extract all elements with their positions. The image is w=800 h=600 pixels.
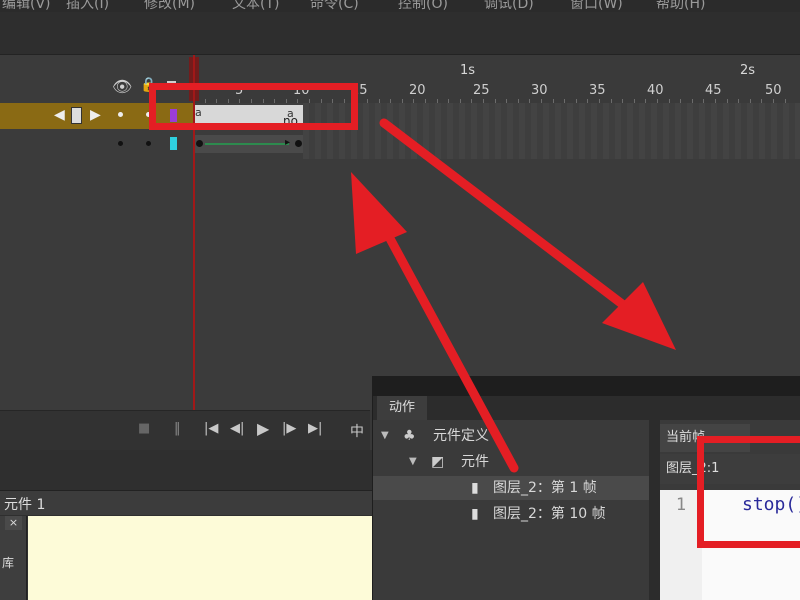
arrow-line (379, 118, 635, 315)
arrow-line (375, 215, 519, 473)
arrow-head (351, 172, 407, 254)
annotation-arrows (351, 118, 676, 473)
